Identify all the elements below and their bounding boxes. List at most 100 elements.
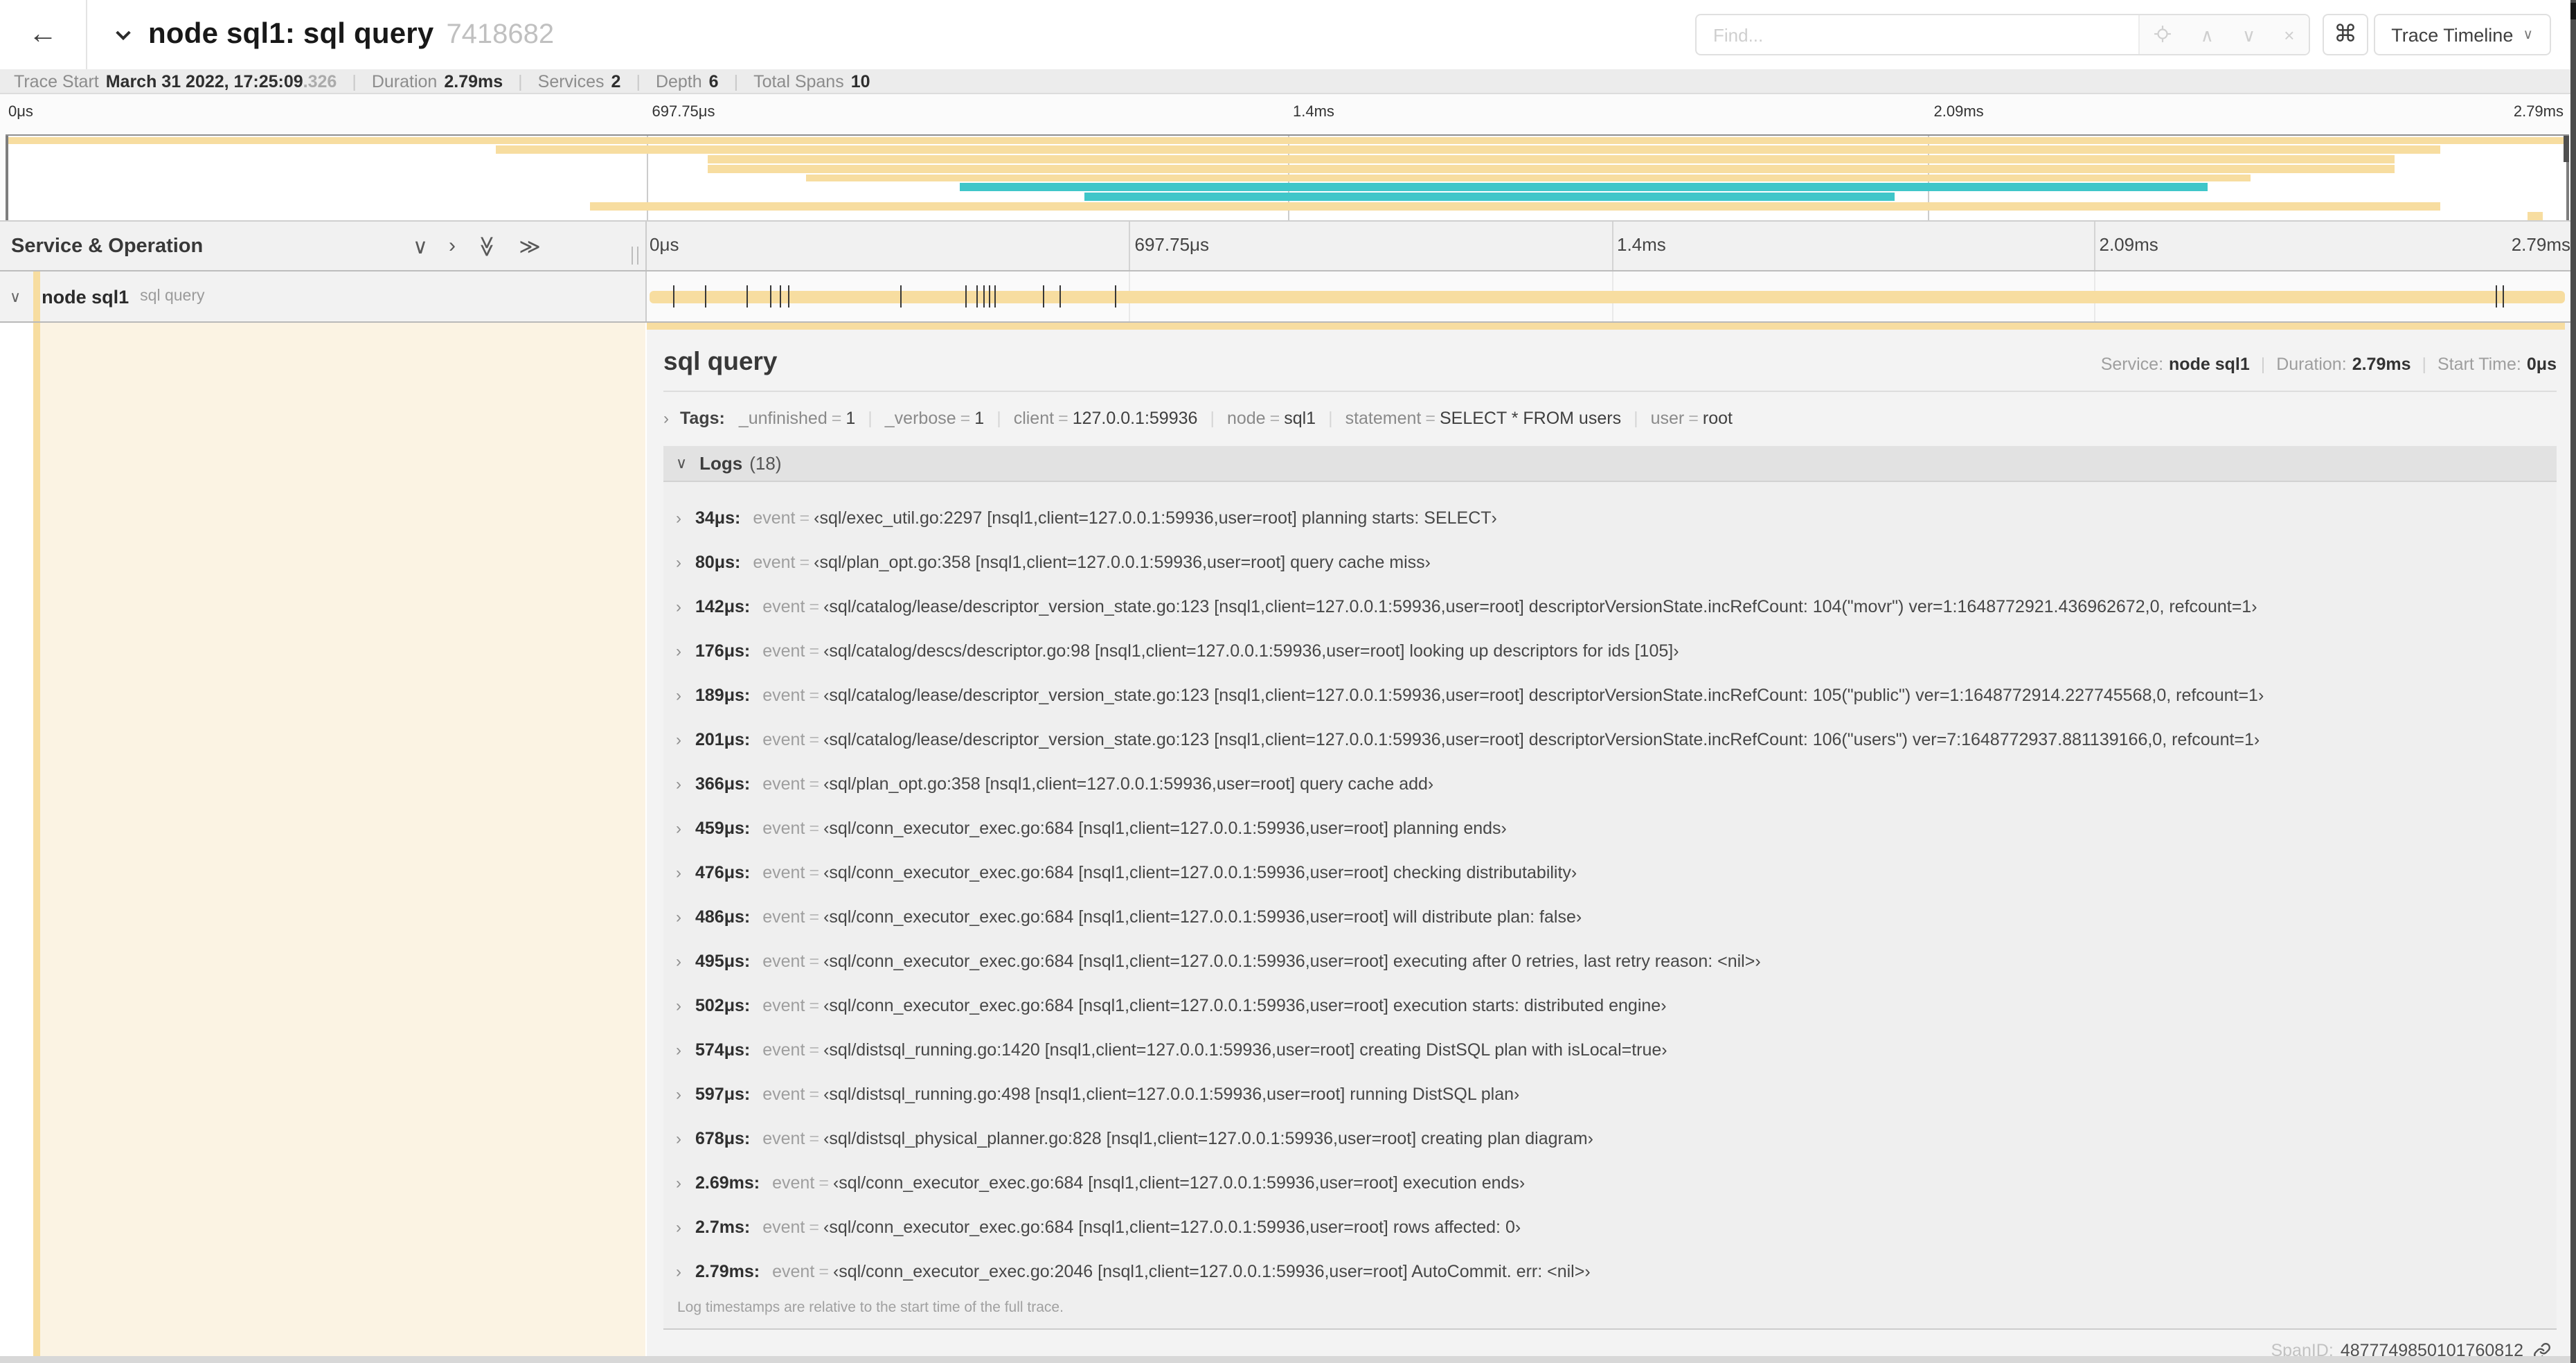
expand-one-icon[interactable]: › <box>449 234 456 258</box>
chevron-right-icon[interactable]: › <box>676 553 695 572</box>
minimap-tick-label: 2.79ms <box>2513 104 2564 121</box>
separator: | <box>636 71 641 91</box>
log-field-value: ‹sql/conn_executor_exec.go:684 [nsql1,cl… <box>823 996 1667 1015</box>
minimap-tick-label: 697.75μs <box>652 104 715 121</box>
log-entry-row[interactable]: › 476μs: event = ‹sql/conn_executor_exec.go:… <box>669 850 2557 895</box>
log-entry-row[interactable]: › 201μs: event = ‹sql/catalog/lease/descript… <box>669 718 2557 762</box>
chevron-right-icon[interactable]: › <box>676 907 695 927</box>
chevron-right-icon[interactable]: › <box>676 863 695 882</box>
log-entry-row[interactable]: › 597μs: event = ‹sql/distsql_running.go:498… <box>669 1072 2557 1116</box>
chevron-right-icon[interactable]: › <box>676 641 695 661</box>
chevron-right-icon[interactable]: › <box>676 686 695 705</box>
deep-link-icon[interactable] <box>2533 1342 2551 1356</box>
logs-footnote: Log timestamps are relative to the start… <box>677 1299 1064 1316</box>
divider <box>663 391 2557 392</box>
log-entry-row[interactable]: › 2.7ms: event = ‹sql/conn_executor_exec.go:… <box>669 1205 2557 1249</box>
minimap-tick-labels: 0μs 697.75μs 1.4ms 2.09ms 2.79ms <box>6 104 2569 123</box>
log-entry-row[interactable]: › 34μs: event = ‹sql/exec_util.go:2297 [nsql… <box>669 496 2557 540</box>
chevron-right-icon[interactable]: › <box>676 819 695 838</box>
log-marker-tick <box>994 285 996 308</box>
log-field-key: event <box>762 1218 805 1237</box>
chevron-right-icon[interactable]: › <box>676 1085 695 1104</box>
log-field-key: event <box>762 730 805 749</box>
collapse-all-icon[interactable]: ≫ <box>475 235 500 256</box>
separator: | <box>733 71 739 91</box>
back-button[interactable]: ← <box>0 0 87 69</box>
log-field-value: ‹sql/catalog/lease/descriptor_version_st… <box>823 686 2264 705</box>
clear-find-icon[interactable]: × <box>2284 26 2294 44</box>
chevron-right-icon[interactable]: › <box>663 409 669 428</box>
trace-meta-item: Duration 2.79ms <box>372 71 503 91</box>
locate-icon[interactable] <box>2154 24 2172 45</box>
log-entry-row[interactable]: › 678μs: event = ‹sql/distsql_physical_plann… <box>669 1116 2557 1161</box>
trace-meta-label: Total Spans <box>753 71 844 91</box>
next-match-icon[interactable]: ∨ <box>2242 26 2255 44</box>
tag-key: node <box>1226 409 1266 428</box>
log-field-value: ‹sql/catalog/descs/descriptor.go:98 [nsq… <box>823 641 1679 661</box>
log-entry-row[interactable]: › 176μs: event = ‹sql/catalog/descs/descript… <box>669 629 2557 673</box>
log-entry-row[interactable]: › 2.79ms: event = ‹sql/conn_executor_exec.go… <box>669 1249 2557 1294</box>
keyboard-shortcuts-button[interactable]: ⌘ <box>2323 14 2368 55</box>
span-row-label[interactable]: ∨ node sql1 sql query <box>0 271 647 321</box>
chevron-right-icon[interactable]: › <box>676 774 695 794</box>
log-marker-tick <box>983 285 985 308</box>
log-field-key: event <box>762 907 805 927</box>
log-marker-tick <box>965 285 966 308</box>
log-entry-row[interactable]: › 574μs: event = ‹sql/distsql_running.go:142… <box>669 1028 2557 1072</box>
chevron-right-icon[interactable]: › <box>676 1262 695 1281</box>
chevron-down-icon[interactable] <box>112 24 134 46</box>
chevron-right-icon[interactable]: › <box>676 1040 695 1060</box>
collapse-one-icon[interactable]: ∨ <box>413 233 428 258</box>
log-entry-row[interactable]: › 495μs: event = ‹sql/conn_executor_exec.go:… <box>669 939 2557 983</box>
logs-header[interactable]: ∨ Logs (18) <box>663 446 2557 482</box>
minimap-span-bar <box>805 174 2251 182</box>
minimap-right-grip[interactable] <box>2564 136 2569 162</box>
chevron-right-icon[interactable]: › <box>676 1173 695 1193</box>
ruler-tick-label: 1.4ms <box>1617 234 1666 255</box>
column-resizer[interactable] <box>632 247 638 265</box>
chevron-right-icon[interactable]: › <box>676 1218 695 1237</box>
log-entry-row[interactable]: › 459μs: event = ‹sql/conn_executor_exec.go:… <box>669 806 2557 850</box>
span-row[interactable]: ∨ node sql1 sql query <box>0 271 2576 323</box>
log-field-key: event <box>762 1040 805 1060</box>
log-entry-row[interactable]: › 142μs: event = ‹sql/catalog/lease/descript… <box>669 585 2557 629</box>
log-entry-row[interactable]: › 80μs: event = ‹sql/plan_opt.go:358 [nsql1,… <box>669 540 2557 585</box>
log-equals: = <box>809 641 820 661</box>
log-entry-row[interactable]: › 189μs: event = ‹sql/catalog/lease/descript… <box>669 673 2557 718</box>
log-entry-row[interactable]: › 486μs: event = ‹sql/conn_executor_exec.go:… <box>669 895 2557 939</box>
log-entry-row[interactable]: › 366μs: event = ‹sql/plan_opt.go:358 [nsql1… <box>669 762 2557 806</box>
tags-row[interactable]: › Tags: _unfinished = 1 | _verbose = 1 | client =… <box>663 404 2557 432</box>
chevron-right-icon[interactable]: › <box>676 508 695 528</box>
prev-match-icon[interactable]: ∧ <box>2201 26 2214 44</box>
log-marker-tick <box>1043 285 1045 308</box>
log-equals: = <box>809 996 820 1015</box>
chevron-right-icon[interactable]: › <box>676 1129 695 1148</box>
log-timestamp: 366μs: <box>695 774 751 794</box>
minimap-span-row <box>6 145 2569 155</box>
minimap-span-row <box>6 202 2569 211</box>
find-bar: ∧ ∨ × <box>1695 14 2310 55</box>
log-entry-row[interactable]: › 2.69ms: event = ‹sql/conn_executor_exec.go… <box>669 1161 2557 1205</box>
minimap-span-row <box>6 183 2569 193</box>
tag-key: _verbose <box>884 409 956 428</box>
trace-title-group[interactable]: node sql1: sql query 7418682 <box>112 18 554 51</box>
chevron-right-icon[interactable]: › <box>676 730 695 749</box>
expand-all-icon[interactable]: ≫ <box>519 233 540 258</box>
view-selector-button[interactable]: Trace Timeline ∨ <box>2373 14 2551 55</box>
minimap-span-bar <box>708 164 2395 173</box>
trace-meta-value: 6 <box>708 71 719 91</box>
minimap-left-scrubber[interactable] <box>6 136 8 220</box>
logs-label: Logs <box>699 453 743 474</box>
chevron-right-icon[interactable]: › <box>676 952 695 971</box>
chevron-right-icon[interactable]: › <box>676 996 695 1015</box>
find-input[interactable] <box>1697 15 2138 54</box>
span-detail-row: sql query Service: node sql1 | Duration: 2.7… <box>0 323 2576 1356</box>
log-entry-row[interactable]: › 502μs: event = ‹sql/conn_executor_exec.go:… <box>669 983 2557 1028</box>
chevron-down-icon[interactable]: ∨ <box>10 287 21 305</box>
separator: | <box>996 409 1001 428</box>
chevron-right-icon[interactable]: › <box>676 597 695 616</box>
minimap-canvas[interactable] <box>6 134 2569 222</box>
span-row-timeline[interactable] <box>647 271 2576 321</box>
chevron-down-icon[interactable]: ∨ <box>676 454 687 472</box>
log-timestamp: 459μs: <box>695 819 751 838</box>
